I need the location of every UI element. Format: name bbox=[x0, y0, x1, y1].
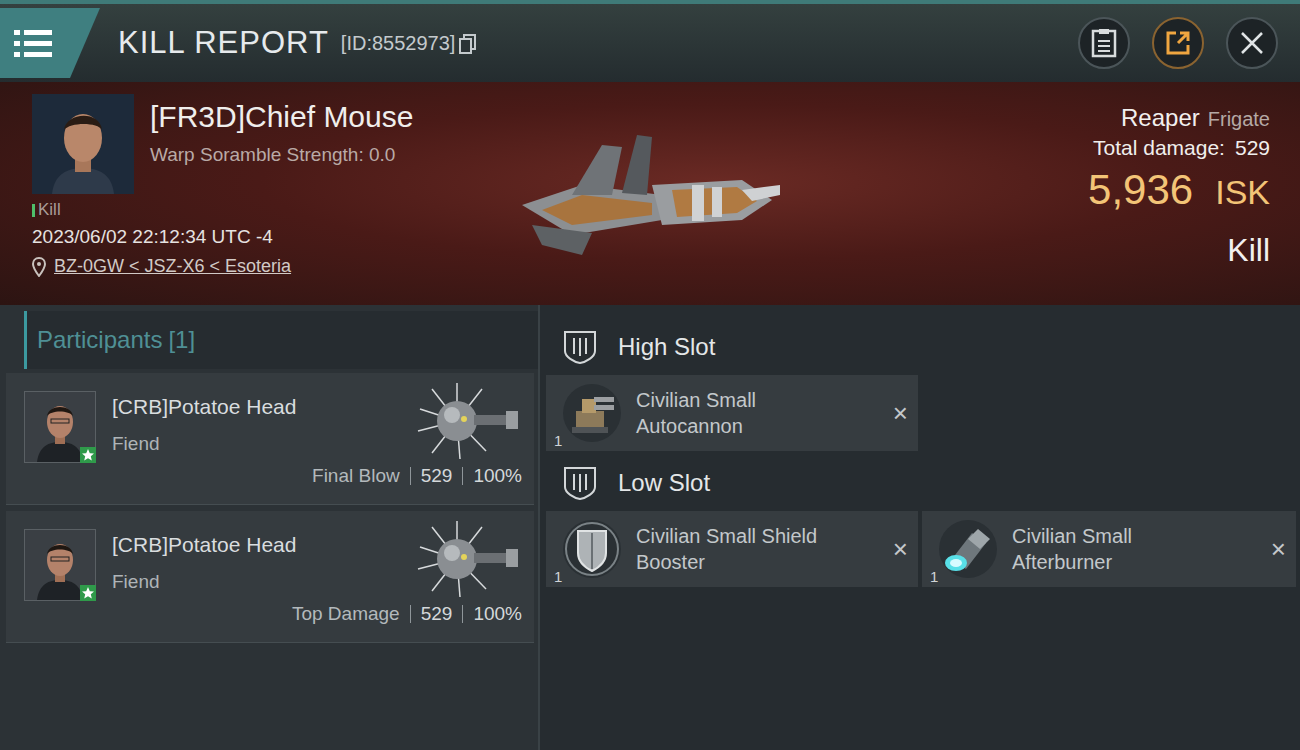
module-card[interactable]: 1 Civilian Small Autocannon × bbox=[546, 375, 918, 451]
shield-booster-icon bbox=[562, 519, 622, 579]
participant-portrait bbox=[24, 391, 96, 463]
separator bbox=[462, 467, 463, 485]
status-marker bbox=[32, 204, 35, 217]
slot-icon bbox=[562, 329, 598, 365]
slot-group: High Slot 1 Civilian Small Autocannon × bbox=[546, 319, 1296, 455]
module-quantity: 1 bbox=[554, 568, 562, 585]
share-icon bbox=[1164, 29, 1192, 57]
kill-status: Kill bbox=[32, 200, 502, 220]
participants-header: Participants[1] bbox=[24, 311, 538, 369]
module-quantity: 1 bbox=[554, 432, 562, 449]
participant-name: [CRB]Potatoe Head bbox=[112, 395, 296, 419]
report-id: [ID:8552973] bbox=[341, 32, 456, 55]
destroyed-mark: × bbox=[893, 534, 908, 565]
report-title: KILL REPORT bbox=[118, 25, 329, 61]
isk-value: 5,936ISK bbox=[1088, 166, 1270, 214]
destroyed-mark: × bbox=[893, 398, 908, 429]
ship-icon bbox=[412, 381, 522, 461]
ship-image bbox=[502, 94, 950, 295]
participant-ship: Fiend bbox=[112, 433, 296, 455]
menu-icon bbox=[0, 8, 100, 78]
timestamp: 2023/06/02 22:12:34 UTC -4 bbox=[32, 226, 502, 248]
module-name: Civilian Small Shield Booster bbox=[636, 523, 851, 575]
separator bbox=[410, 467, 411, 485]
module-quantity: 1 bbox=[930, 568, 938, 585]
details-area: Participants[1] [CRB]Potatoe Head Fiend Fin… bbox=[0, 305, 1300, 750]
module-card[interactable]: 1 Civilian Small Shield Booster × bbox=[546, 511, 918, 587]
victim-name: [FR3D]Chief Mouse bbox=[150, 100, 413, 134]
participants-panel: Participants[1] [CRB]Potatoe Head Fiend Fin… bbox=[0, 305, 540, 750]
close-icon bbox=[1239, 30, 1265, 56]
victim-info: [FR3D]Chief Mouse Warp Soramble Strength:… bbox=[32, 94, 502, 295]
victim-portrait[interactable] bbox=[32, 94, 134, 194]
slot-header: High Slot bbox=[546, 319, 1296, 375]
pilot-portrait-icon bbox=[32, 94, 134, 194]
location-pin-icon bbox=[32, 257, 46, 277]
victim-banner: [FR3D]Chief Mouse Warp Soramble Strength:… bbox=[0, 82, 1300, 305]
slot-icon bbox=[562, 465, 598, 501]
result-label: Kill bbox=[1227, 232, 1270, 269]
participant-card[interactable]: [CRB]Potatoe Head Fiend Top Damage529100% bbox=[6, 511, 534, 643]
clipboard-icon bbox=[1091, 28, 1117, 58]
ship-icon bbox=[412, 519, 522, 599]
participant-portrait bbox=[24, 529, 96, 601]
share-button[interactable] bbox=[1152, 17, 1204, 69]
module-name: Civilian Small Autocannon bbox=[636, 387, 851, 439]
details-button[interactable] bbox=[1078, 17, 1130, 69]
module-card[interactable]: 1 Civilian Small Afterburner × bbox=[922, 511, 1296, 587]
ship-class: Frigate bbox=[1208, 108, 1270, 131]
participant-ship: Fiend bbox=[112, 571, 296, 593]
star-badge-icon bbox=[80, 447, 96, 463]
close-button[interactable] bbox=[1226, 17, 1278, 69]
afterburner-icon bbox=[938, 519, 998, 579]
location[interactable]: BZ-0GW < JSZ-X6 < Esoteria bbox=[32, 256, 502, 277]
slot-group: Low Slot1Civilian Small Shield Booster×1… bbox=[546, 455, 1296, 591]
participant-card[interactable]: [CRB]Potatoe Head Fiend Final Blow529100% bbox=[6, 373, 534, 505]
separator bbox=[410, 605, 411, 623]
star-badge-icon bbox=[80, 585, 96, 601]
menu-button[interactable] bbox=[0, 8, 100, 78]
total-damage: Total damage:529 bbox=[1093, 136, 1270, 160]
ship-name: Reaper bbox=[1121, 104, 1200, 132]
participant-stats: Top Damage529100% bbox=[112, 603, 522, 625]
participant-stats: Final Blow529100% bbox=[112, 465, 522, 487]
destroyed-mark: × bbox=[1271, 534, 1286, 565]
ship-info: Reaper Frigate Total damage:529 5,936ISK Kil… bbox=[950, 94, 1270, 295]
fitting-panel: High Slot 1 Civilian Small Autocannon × Low … bbox=[540, 305, 1300, 750]
autocannon-icon bbox=[562, 383, 622, 443]
top-bar: KILL REPORT [ID:8552973] bbox=[0, 0, 1300, 82]
copy-icon[interactable] bbox=[459, 34, 477, 54]
slot-header: Low Slot bbox=[546, 455, 1296, 511]
kill-report-screen: KILL REPORT [ID:8552973] [FR3D]Chief Mouse… bbox=[0, 0, 1300, 750]
participant-name: [CRB]Potatoe Head bbox=[112, 533, 296, 557]
frigate-ship-icon bbox=[512, 125, 782, 265]
participants-list: [CRB]Potatoe HeadFiendFinal Blow529100%[… bbox=[6, 373, 534, 643]
module-name: Civilian Small Afterburner bbox=[1012, 523, 1227, 575]
separator bbox=[462, 605, 463, 623]
scramble-strength: Warp Soramble Strength: 0.0 bbox=[150, 144, 413, 166]
